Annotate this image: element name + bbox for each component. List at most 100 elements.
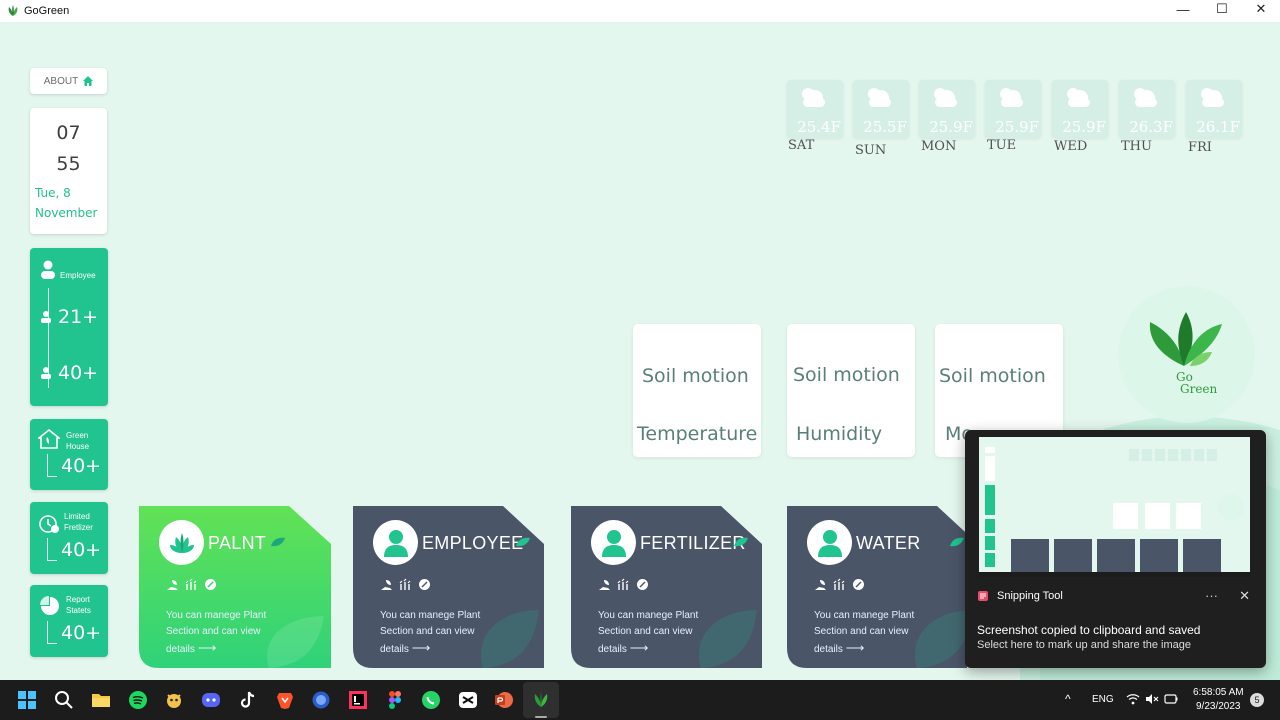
partly-cloudy-icon <box>1134 88 1157 107</box>
close-notification-button[interactable]: ✕ <box>1239 588 1250 604</box>
fertilizer-stat-card[interactable]: Limited Fretlizer 40+ <box>30 502 108 574</box>
tray-chevron-icon[interactable]: ^ <box>1065 692 1071 706</box>
weather-tile: 26.3F <box>1119 80 1175 138</box>
title-bar: GoGreen — ☐ ✕ <box>0 0 1280 22</box>
soil-temperature-card[interactable]: Soil motion Temperature <box>633 324 761 457</box>
discord-icon[interactable] <box>201 690 221 710</box>
spotify-icon[interactable] <box>128 690 148 710</box>
partly-cloudy-icon <box>802 88 825 107</box>
leaf-icon <box>950 537 964 547</box>
crop-icon <box>399 578 411 590</box>
capcut-icon[interactable] <box>458 690 478 710</box>
crop-icon <box>185 578 197 590</box>
wifi-icon[interactable] <box>1126 693 1140 705</box>
logo-text-green: Green <box>1180 382 1218 396</box>
notification-badge[interactable]: 5 <box>1250 693 1264 707</box>
water-avatar <box>807 520 852 565</box>
fertilizer-card[interactable]: FERTILIZER You can manege Plant Section … <box>571 506 762 668</box>
feature-icons <box>814 578 865 591</box>
weather-tile: 25.9F <box>919 80 975 138</box>
tiktok-icon[interactable] <box>238 690 258 710</box>
powerpoint-icon[interactable] <box>494 690 514 710</box>
employee-count-2: 40+ <box>58 362 99 384</box>
greenhouse-label: Green House <box>66 430 89 452</box>
greenhouse-stat-card[interactable]: Green House 40+ <box>30 419 108 490</box>
card-desc-line1: You can manege Plant <box>380 610 481 621</box>
volume-muted-icon[interactable] <box>1145 693 1159 705</box>
battery-icon[interactable] <box>1164 692 1178 706</box>
soil-card-metric: Humidity <box>796 423 883 445</box>
maximize-button[interactable]: ☐ <box>1203 0 1241 18</box>
snipping-tool-notification[interactable]: Snipping Tool ··· ✕ Screenshot copied to… <box>965 430 1266 668</box>
details-link[interactable]: details ⟶ <box>380 640 520 658</box>
weather-day: FRI <box>1188 140 1212 155</box>
report-label-line2: Statets <box>66 606 91 615</box>
window-title: GoGreen <box>24 5 70 17</box>
person-icon <box>41 260 55 279</box>
card-description: You can manege Plant Section and can vie… <box>814 608 954 658</box>
game-app-icon[interactable] <box>164 690 184 710</box>
gogreen-taskbar-icon[interactable] <box>531 690 551 710</box>
screenshot-thumbnail[interactable] <box>979 437 1250 577</box>
weather-tile: 25.9F <box>985 80 1041 138</box>
plant-hand-icon <box>381 580 392 590</box>
partly-cloudy-icon <box>1067 88 1090 107</box>
employee-card[interactable]: EMPLOYEE You can manege Plant Section an… <box>353 506 544 668</box>
feature-icons <box>598 578 649 591</box>
employee-label: Employee <box>60 271 96 280</box>
divider-line <box>47 643 57 644</box>
firefox-dev-icon[interactable] <box>311 690 331 710</box>
figma-icon[interactable] <box>385 690 405 710</box>
taskbar: ^ ENG 6:58:05 AM 9/23/2023 5 <box>0 680 1280 720</box>
brave-browser-icon[interactable] <box>275 690 295 710</box>
search-icon[interactable] <box>54 690 74 710</box>
details-link[interactable]: details ⟶ <box>598 640 738 658</box>
person-icon <box>817 529 842 557</box>
weather-day: THU <box>1121 139 1152 154</box>
more-options-button[interactable]: ··· <box>1205 588 1218 603</box>
minimize-button[interactable]: — <box>1164 0 1202 18</box>
employee-avatar <box>373 520 418 565</box>
weather-temp: 25.9F <box>929 118 973 136</box>
clock-date-line1: Tue, 8 <box>35 186 71 200</box>
seed-icon <box>205 579 216 590</box>
employee-stat-card[interactable]: Employee 21+ 40+ <box>30 248 108 406</box>
water-card[interactable]: WATER You can manege Plant Section and c… <box>787 506 967 668</box>
soil-card-title: Soil motion <box>939 365 1046 387</box>
details-link[interactable]: details ⟶ <box>166 640 306 658</box>
notification-message: Screenshot copied to clipboard and saved <box>977 623 1201 637</box>
arrow-right-icon: ⟶ <box>411 640 431 655</box>
snipping-tool-icon <box>978 591 988 601</box>
weather-tile: 25.5F <box>853 80 909 138</box>
weather-temp: 25.9F <box>1062 118 1106 136</box>
feature-icons <box>166 578 217 591</box>
weather-tile: 25.9F <box>1052 80 1108 138</box>
details-link[interactable]: details ⟶ <box>814 640 954 658</box>
close-window-button[interactable]: ✕ <box>1242 0 1280 18</box>
weather-temp: 25.5F <box>863 118 907 136</box>
intellij-icon[interactable] <box>348 690 368 710</box>
windows-start-icon[interactable] <box>17 690 37 710</box>
card-description: You can manege Plant Section and can vie… <box>598 608 738 658</box>
file-explorer-icon[interactable] <box>91 690 111 710</box>
card-desc-line1: You can manege Plant <box>166 610 267 621</box>
plant-card[interactable]: PALNT You can manege Plant Section and c… <box>139 506 331 668</box>
crop-icon <box>617 578 629 590</box>
clock-date[interactable]: 9/23/2023 <box>1196 701 1241 712</box>
leaves-logo-icon <box>1149 312 1222 366</box>
greenhouse-label-line1: Green <box>66 431 89 440</box>
person-icon <box>383 529 408 557</box>
thumbnail-preview <box>979 437 1250 577</box>
report-stat-card[interactable]: Report Statets 40+ <box>30 585 108 657</box>
language-indicator[interactable]: ENG <box>1092 694 1114 705</box>
whatsapp-icon[interactable] <box>421 690 441 710</box>
snipping-app-name: Snipping Tool <box>997 590 1063 602</box>
card-desc-line2: Section and can view <box>814 626 909 637</box>
notification-count: 5 <box>1254 695 1260 705</box>
soil-humidity-card[interactable]: Soil motion Humidity <box>787 324 915 457</box>
fertilizer-count: 40+ <box>61 539 102 561</box>
clock-time[interactable]: 6:58:05 AM <box>1193 687 1244 698</box>
partly-cloudy-icon <box>934 88 957 107</box>
clock-hour: 07 <box>56 122 81 144</box>
about-button[interactable]: ABOUT <box>30 68 107 94</box>
